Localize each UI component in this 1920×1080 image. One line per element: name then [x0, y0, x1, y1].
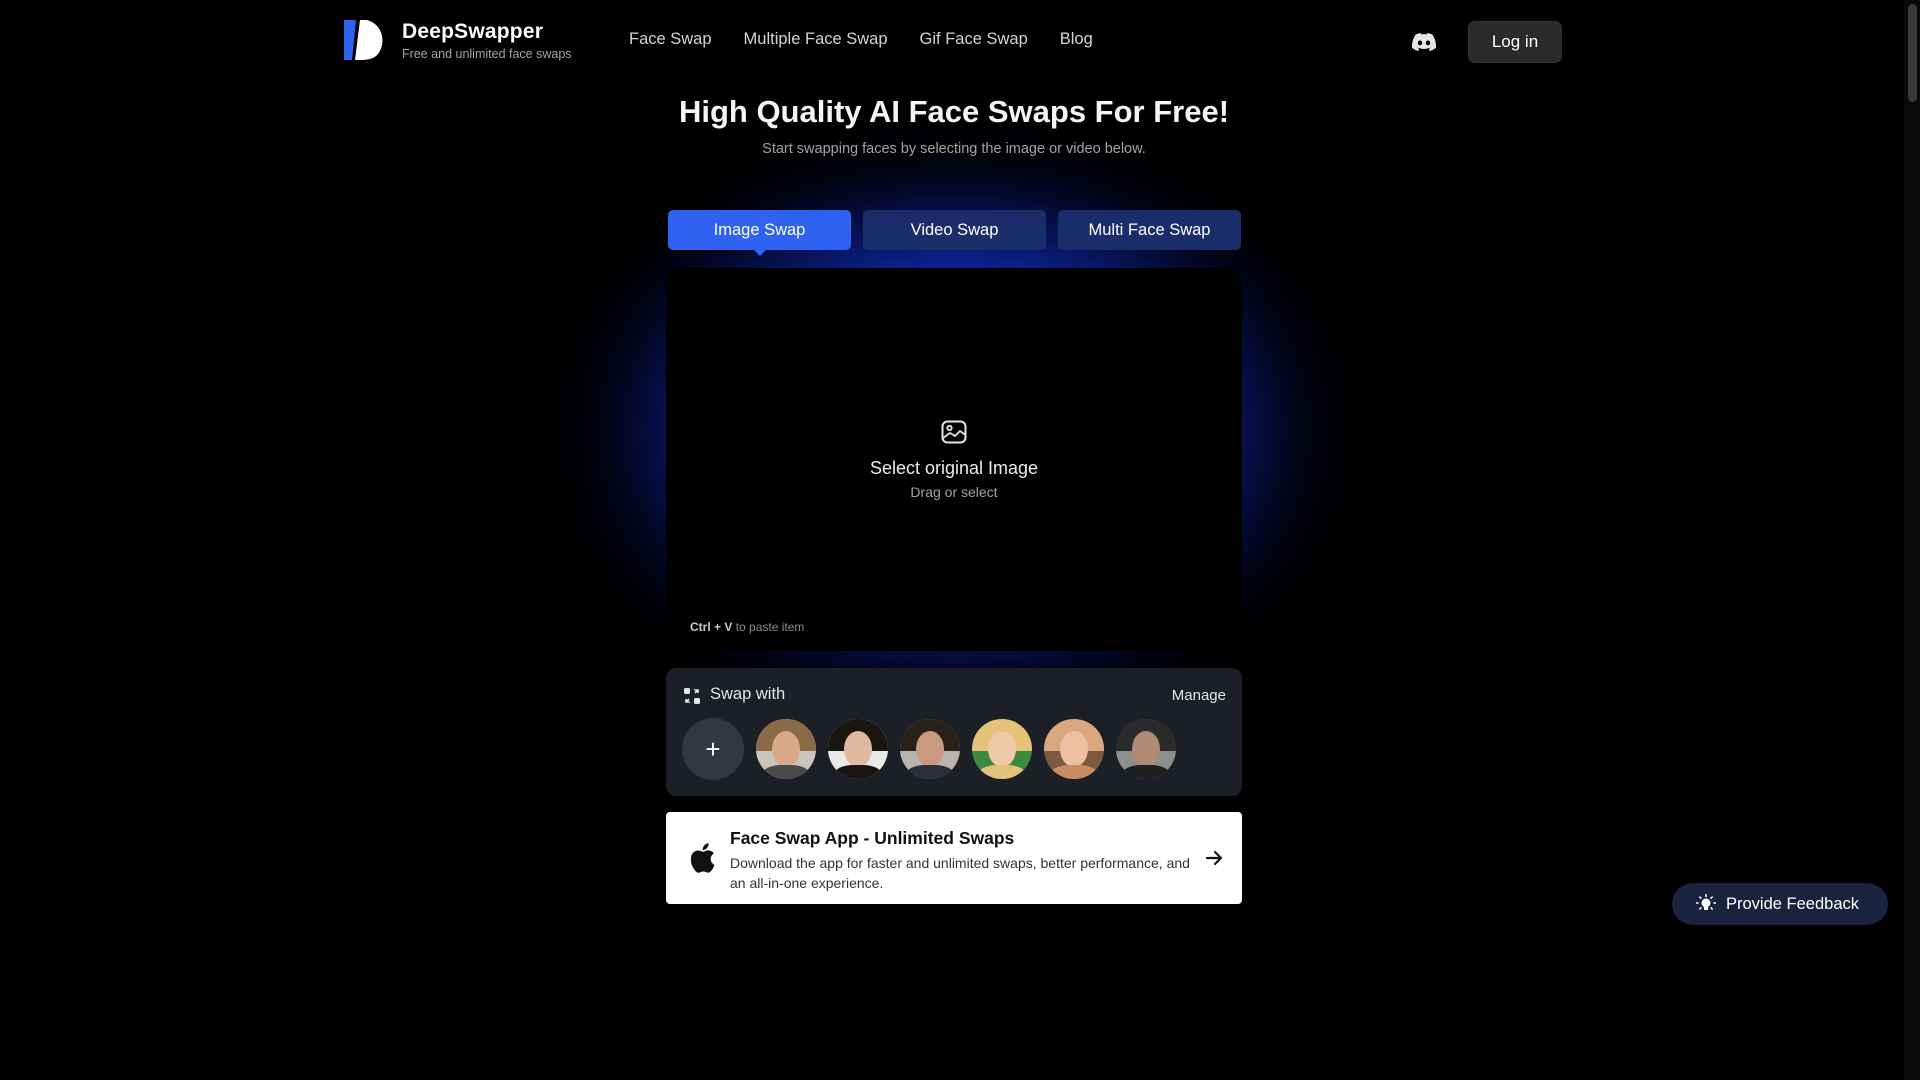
- paste-shortcut: Ctrl + V: [690, 620, 733, 634]
- image-icon: [941, 420, 967, 444]
- nav-multiple-face-swap[interactable]: Multiple Face Swap: [744, 30, 888, 49]
- add-face-button[interactable]: +: [682, 718, 744, 780]
- nav-face-swap[interactable]: Face Swap: [629, 30, 712, 49]
- page-scrollbar[interactable]: [1904, 0, 1920, 1080]
- nav-gif-face-swap[interactable]: Gif Face Swap: [920, 30, 1028, 49]
- apple-icon: [690, 843, 715, 873]
- swap-type-tabs: Image Swap Video Swap Multi Face Swap: [668, 210, 1241, 256]
- face-avatar-4[interactable]: [972, 719, 1032, 779]
- lightbulb-icon: [1696, 894, 1716, 910]
- brand-tagline: Free and unlimited face swaps: [402, 47, 572, 61]
- app-download-banner[interactable]: Face Swap App - Unlimited Swaps Download…: [666, 812, 1242, 904]
- app-banner-description: Download the app for faster and unlimite…: [730, 855, 1190, 891]
- face-avatar-2[interactable]: [828, 719, 888, 779]
- swap-with-panel: Swap with Manage +: [666, 668, 1242, 796]
- login-button[interactable]: Log in: [1468, 21, 1562, 63]
- swap-faces-icon: [684, 688, 700, 704]
- paste-hint: Ctrl + V to paste item: [690, 620, 804, 634]
- brand[interactable]: DeepSwapper Free and unlimited face swap…: [402, 20, 572, 61]
- tab-multi-face-swap[interactable]: Multi Face Swap: [1058, 210, 1241, 250]
- manage-faces-link[interactable]: Manage: [1172, 687, 1226, 704]
- image-dropzone[interactable]: Select original Image Drag or select Ctr…: [666, 268, 1242, 651]
- main-nav: Face Swap Multiple Face Swap Gif Face Sw…: [629, 30, 1093, 49]
- dropzone-title: Select original Image: [869, 458, 1039, 478]
- app-banner-title: Face Swap App - Unlimited Swaps: [730, 828, 1015, 848]
- discord-icon[interactable]: [1412, 32, 1436, 52]
- tab-image-swap[interactable]: Image Swap: [668, 210, 851, 256]
- face-avatar-5[interactable]: [1044, 719, 1104, 779]
- swap-with-title: Swap with: [710, 685, 786, 703]
- nav-blog[interactable]: Blog: [1060, 30, 1093, 49]
- page-title: High Quality AI Face Swaps For Free!: [678, 94, 1230, 129]
- page-subtitle: Start swapping faces by selecting the im…: [762, 141, 1146, 157]
- tab-video-swap[interactable]: Video Swap: [863, 210, 1046, 250]
- feedback-label: Provide Feedback: [1726, 894, 1859, 913]
- provide-feedback-button[interactable]: Provide Feedback: [1672, 883, 1888, 925]
- paste-hint-text: to paste item: [735, 620, 805, 634]
- face-list: +: [682, 718, 1176, 780]
- brand-name: DeepSwapper: [402, 20, 544, 43]
- face-avatar-3[interactable]: [900, 719, 960, 779]
- arrow-right-icon: [1205, 850, 1223, 866]
- site-header: DeepSwapper Free and unlimited face swap…: [0, 0, 1920, 84]
- face-avatar-1[interactable]: [756, 719, 816, 779]
- deepswapper-logo-icon[interactable]: [344, 20, 386, 60]
- face-avatar-6[interactable]: [1116, 719, 1176, 779]
- dropzone-subtitle: Drag or select: [910, 484, 998, 500]
- scrollbar-thumb[interactable]: [1908, 4, 1917, 102]
